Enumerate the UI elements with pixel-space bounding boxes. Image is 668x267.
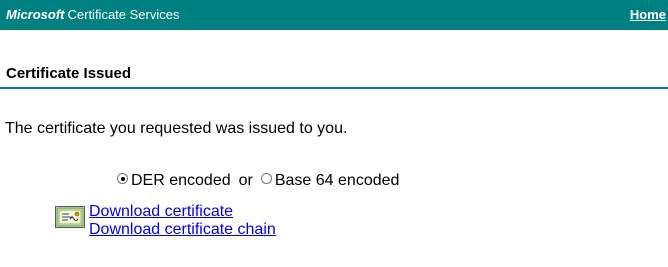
heading-divider bbox=[0, 87, 668, 89]
or-label: or bbox=[238, 172, 253, 189]
base64-encoded-radio[interactable] bbox=[260, 173, 272, 184]
brand-certificate-services: Certificate Services bbox=[67, 7, 180, 22]
der-encoded-radio[interactable] bbox=[117, 173, 128, 184]
page-title: Certificate Issued bbox=[6, 65, 132, 82]
home-link[interactable]: Home bbox=[630, 8, 666, 22]
header-bar: Microsoft Certificate Services Home bbox=[0, 0, 668, 30]
download-certificate-link[interactable]: Download certificate bbox=[89, 203, 233, 221]
der-encoded-label[interactable]: DER encoded bbox=[131, 172, 231, 189]
brand-title: Microsoft Certificate Services bbox=[6, 8, 179, 22]
download-certificate-chain-link[interactable]: Download certificate chain bbox=[89, 221, 276, 239]
certificate-icon[interactable] bbox=[55, 206, 85, 228]
brand-microsoft: Microsoft bbox=[6, 7, 65, 22]
issued-message: The certificate you requested was issued… bbox=[5, 120, 348, 137]
encoding-options: DER encoded or Base 64 encoded bbox=[117, 172, 399, 190]
base64-encoded-label[interactable]: Base 64 encoded bbox=[275, 172, 400, 189]
